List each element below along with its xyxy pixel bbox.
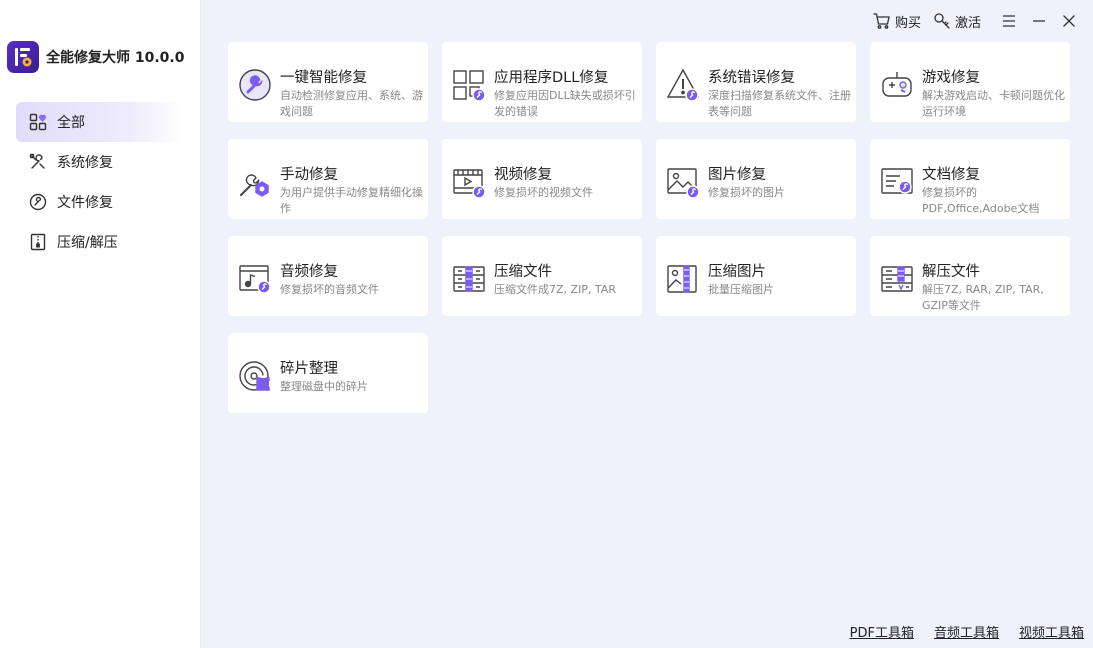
grid-icon <box>28 112 48 132</box>
wrench-circle-icon <box>239 69 271 101</box>
minimize-icon <box>1033 20 1045 22</box>
tool-grid: 一键智能修复 自动检测修复应用、系统、游戏问题 应用程序DLL修复 修复应用因D… <box>228 42 1070 413</box>
buy-label: 购买 <box>894 15 921 31</box>
compress-image-icon <box>667 265 697 293</box>
video-icon <box>453 169 486 199</box>
card-desc: 批量压缩图片 <box>708 283 774 296</box>
compress-file-icon <box>453 266 485 292</box>
card-desc: 修复损坏的图片 <box>708 186 785 199</box>
card-desc: 修复损坏的PDF,Office,Adobe文档 <box>922 186 1040 215</box>
card-image-repair[interactable]: 图片修复 修复损坏的图片 <box>656 139 856 219</box>
card-desc: 深度扫描修复系统文件、注册表等问题 <box>708 89 851 118</box>
image-icon <box>667 168 700 199</box>
card-desc: 修复损坏的视频文件 <box>494 186 593 199</box>
footer-links: PDF工具箱 音频工具箱 视频工具箱 <box>850 622 1084 641</box>
file-repair-icon <box>28 192 48 212</box>
gamepad-icon <box>882 72 912 97</box>
card-title: 图片修复 <box>708 167 766 183</box>
card-title: 压缩图片 <box>708 264 766 280</box>
menu-button[interactable] <box>999 11 1019 31</box>
wrench-gear-icon <box>240 174 269 197</box>
audio-icon <box>239 265 271 294</box>
card-video-repair[interactable]: 视频修复 修复损坏的视频文件 <box>442 139 642 219</box>
card-desc: 修复应用因DLL缺失或损坏引发的错误 <box>494 89 636 118</box>
app-title: 全能修复大师 10.0.0 <box>46 50 185 66</box>
warning-icon <box>666 68 700 102</box>
document-icon <box>881 168 913 194</box>
card-compress-image[interactable]: 压缩图片 批量压缩图片 <box>656 236 856 316</box>
sidebar-item-label: 压缩/解压 <box>57 235 118 251</box>
app-header: 全能修复大师 10.0.0 <box>7 41 184 73</box>
card-title: 视频修复 <box>494 167 552 183</box>
card-desc: 为用户提供手动修复精细化操作 <box>280 186 423 215</box>
sidebar: 全能修复大师 10.0.0 全部 系统修复 文件修复 压缩/解压 <box>0 0 201 648</box>
sidebar-item-system-repair[interactable]: 系统修复 <box>16 142 184 182</box>
tools-icon <box>28 152 48 172</box>
card-title: 系统错误修复 <box>708 70 795 86</box>
cart-icon <box>873 13 890 29</box>
card-desc: 自动检测修复应用、系统、游戏问题 <box>280 89 423 118</box>
card-desc: 修复损坏的音频文件 <box>280 283 379 296</box>
card-extract-file[interactable]: 解压文件 解压7Z, RAR, ZIP, TAR, GZIP等文件 <box>870 236 1070 316</box>
card-audio-repair[interactable]: 音频修复 修复损坏的音频文件 <box>228 236 428 316</box>
card-title: 解压文件 <box>922 264 980 280</box>
app-logo-icon <box>7 41 39 73</box>
defrag-icon <box>239 361 272 391</box>
card-desc: 压缩文件成7Z, ZIP, TAR <box>494 283 616 296</box>
card-system-error-repair[interactable]: 系统错误修复 深度扫描修复系统文件、注册表等问题 <box>656 42 856 122</box>
card-compress-file[interactable]: 压缩文件 压缩文件成7Z, ZIP, TAR <box>442 236 642 316</box>
menu-icon <box>1003 15 1015 27</box>
card-dll-repair[interactable]: 应用程序DLL修复 修复应用因DLL缺失或损坏引发的错误 <box>442 42 642 122</box>
video-toolbox-link[interactable]: 视频工具箱 <box>1019 622 1084 641</box>
close-icon <box>1063 15 1075 27</box>
sidebar-item-all[interactable]: 全部 <box>16 102 184 142</box>
extract-icon <box>881 266 913 292</box>
card-title: 手动修复 <box>280 167 338 183</box>
card-title: 一键智能修复 <box>280 70 367 86</box>
card-title: 文档修复 <box>922 167 980 183</box>
minimize-button[interactable] <box>1029 11 1049 31</box>
card-document-repair[interactable]: 文档修复 修复损坏的PDF,Office,Adobe文档 <box>870 139 1070 219</box>
card-title: 音频修复 <box>280 264 338 280</box>
card-desc: 解压7Z, RAR, ZIP, TAR, GZIP等文件 <box>922 283 1044 312</box>
card-desc: 解决游戏启动、卡顿问题优化运行环境 <box>922 89 1065 118</box>
pdf-toolbox-link[interactable]: PDF工具箱 <box>850 622 914 641</box>
card-title: 游戏修复 <box>922 70 980 86</box>
title-bar: 购买 激活 <box>861 10 1079 32</box>
sidebar-item-label: 文件修复 <box>57 195 113 211</box>
card-title: 应用程序DLL修复 <box>494 70 609 86</box>
buy-button[interactable]: 购买 <box>873 12 921 31</box>
activate-button[interactable]: 激活 <box>933 12 981 31</box>
sidebar-item-file-repair[interactable]: 文件修复 <box>16 182 184 222</box>
card-game-repair[interactable]: 游戏修复 解决游戏启动、卡顿问题优化运行环境 <box>870 42 1070 122</box>
archive-icon <box>28 232 48 252</box>
audio-toolbox-link[interactable]: 音频工具箱 <box>934 622 999 641</box>
card-manual-repair[interactable]: 手动修复 为用户提供手动修复精细化操作 <box>228 139 428 219</box>
card-defrag[interactable]: 碎片整理 整理磁盘中的碎片 <box>228 333 428 413</box>
card-title: 压缩文件 <box>494 264 552 280</box>
activate-label: 激活 <box>954 15 981 31</box>
card-desc: 整理磁盘中的碎片 <box>280 380 368 393</box>
sidebar-item-label: 全部 <box>57 115 85 131</box>
sidebar-nav: 全部 系统修复 文件修复 压缩/解压 <box>16 102 184 262</box>
card-smart-repair[interactable]: 一键智能修复 自动检测修复应用、系统、游戏问题 <box>228 42 428 122</box>
close-button[interactable] <box>1059 11 1079 31</box>
sidebar-item-archive[interactable]: 压缩/解压 <box>16 222 184 262</box>
card-title: 碎片整理 <box>280 361 338 377</box>
sidebar-item-label: 系统修复 <box>57 155 113 171</box>
key-icon <box>934 13 950 29</box>
dll-icon <box>453 70 486 102</box>
